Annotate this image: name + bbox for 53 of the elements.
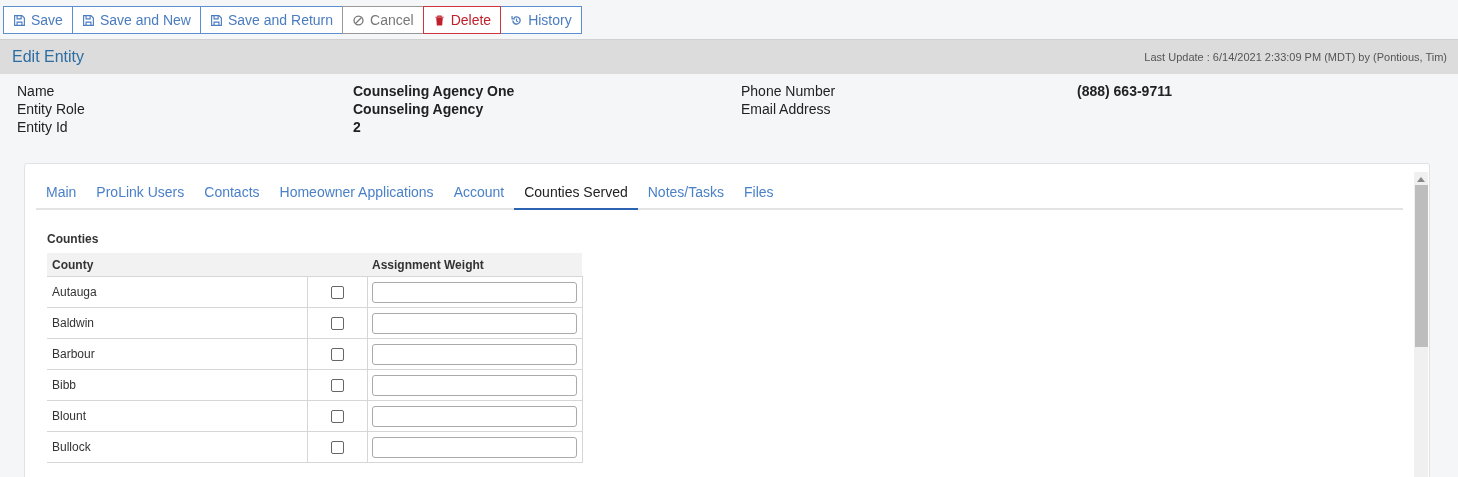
field-value: 2 <box>353 118 362 136</box>
save-button[interactable]: Save <box>3 6 73 34</box>
table-cell: Baldwin <box>52 316 95 330</box>
cancel-icon <box>352 13 366 27</box>
save-icon <box>210 13 223 27</box>
cancel-button[interactable]: Cancel <box>342 6 424 34</box>
tab[interactable]: Account <box>443 178 515 210</box>
column-header: County <box>47 253 307 277</box>
section-title: Counties <box>47 232 100 246</box>
tab[interactable]: Files <box>734 178 784 210</box>
checkbox[interactable] <box>330 379 344 393</box>
tab[interactable]: Notes/Tasks <box>637 178 734 210</box>
table-cell: Bibb <box>52 378 77 392</box>
checkbox[interactable] <box>330 348 344 362</box>
history-button[interactable]: History <box>500 6 582 34</box>
input-field[interactable] <box>371 405 577 427</box>
checkbox[interactable] <box>330 410 344 424</box>
delete-button[interactable]: Delete <box>422 6 502 34</box>
save-button[interactable]: Save and New <box>71 6 201 34</box>
tab[interactable]: ProLink Users <box>86 178 195 210</box>
save-button[interactable]: Save and Return <box>200 6 344 34</box>
save-icon <box>81 13 95 27</box>
trash-icon <box>432 13 446 27</box>
table-cell: Bullock <box>52 440 91 454</box>
tab[interactable]: Main <box>36 178 87 210</box>
page-title: Edit Entity <box>12 48 85 66</box>
tab[interactable]: Contacts <box>194 178 270 210</box>
column-header: Assignment Weight <box>367 253 582 277</box>
tab[interactable]: Counties Served <box>514 178 638 210</box>
table-cell: Autauga <box>52 285 97 299</box>
checkbox[interactable] <box>330 441 344 455</box>
table-cell: Blount <box>52 409 87 423</box>
history-icon <box>510 13 524 27</box>
field-value: Counseling Agency <box>353 100 485 118</box>
table-cell: Barbour <box>52 347 95 361</box>
input-field[interactable] <box>371 281 577 303</box>
scrollbar[interactable] <box>1414 172 1428 477</box>
last-update-text: Last Update : 6/14/2021 2:33:09 PM (MDT) by (Pontious, Tim) <box>1144 51 1447 63</box>
field-label: Phone Number <box>741 82 837 100</box>
field-label: Email Address <box>741 100 832 118</box>
input-field[interactable] <box>371 374 577 396</box>
input-field[interactable] <box>371 312 577 334</box>
field-label: Entity Id <box>17 118 69 136</box>
tab[interactable]: Homeowner Applications <box>269 178 444 210</box>
field-value: (888) 663-9711 <box>1077 82 1173 100</box>
checkbox[interactable] <box>330 286 344 300</box>
field-label: Entity Role <box>17 100 86 118</box>
field-value: Counseling Agency One <box>353 82 516 100</box>
save-icon <box>13 13 26 27</box>
field-label: Name <box>17 82 56 100</box>
checkbox[interactable] <box>330 317 344 331</box>
input-field[interactable] <box>371 343 577 365</box>
input-field[interactable] <box>371 436 577 458</box>
